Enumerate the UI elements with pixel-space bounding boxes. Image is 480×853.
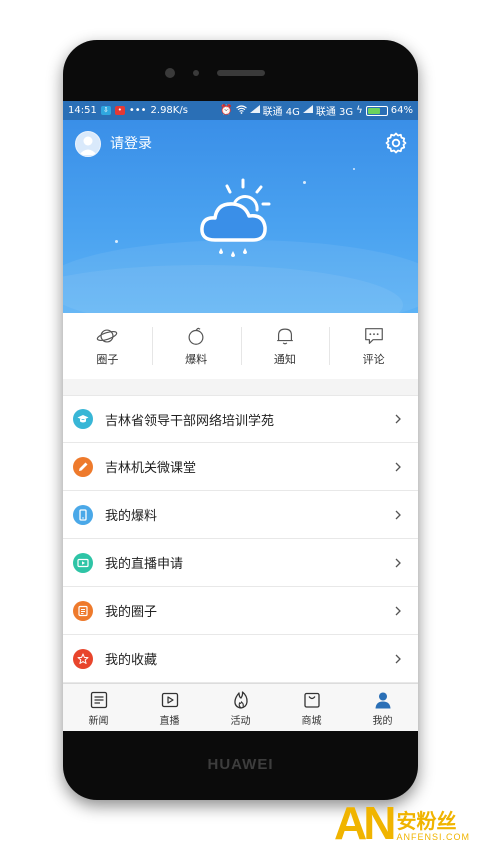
weather-cloud-sun-icon bbox=[193, 172, 283, 262]
video-icon bbox=[73, 552, 93, 573]
quick-action-label: 爆料 bbox=[185, 353, 208, 366]
charging-icon: ϟ bbox=[356, 105, 363, 116]
star-icon bbox=[73, 648, 93, 669]
sparkle bbox=[353, 168, 355, 170]
menu-item-label: 吉林省领导干部网络培训学苑 bbox=[105, 413, 275, 429]
signal-icon-2 bbox=[302, 105, 313, 116]
watermark-cn: 安粉丝 bbox=[396, 809, 457, 833]
menu-item-label: 吉林机关微课堂 bbox=[105, 461, 197, 476]
front-camera bbox=[165, 68, 175, 78]
status-time: 14:51 bbox=[68, 105, 97, 116]
profile-header: 请登录 bbox=[63, 120, 418, 313]
news-icon bbox=[90, 691, 107, 708]
quick-action-tipoff[interactable]: 爆料 bbox=[151, 313, 241, 379]
fire-icon bbox=[233, 690, 248, 709]
tab-label: 我的 bbox=[372, 715, 393, 727]
menu-item-label: 我的爆料 bbox=[105, 509, 158, 524]
person-icon bbox=[375, 692, 390, 708]
quick-action-label: 通知 bbox=[273, 353, 296, 366]
quick-action-label: 圈子 bbox=[96, 353, 119, 366]
avatar[interactable] bbox=[75, 131, 101, 157]
chevron-right-icon bbox=[395, 462, 401, 471]
earpiece-speaker bbox=[217, 70, 265, 76]
battery-percent: 64% bbox=[390, 105, 413, 116]
menu-item-micro-class[interactable]: 吉林机关微课堂 bbox=[63, 443, 418, 491]
quick-action-comments[interactable]: 评论 bbox=[329, 313, 418, 379]
note-icon bbox=[73, 600, 93, 621]
chevron-right-icon bbox=[395, 654, 401, 663]
app-screen: 14:51 ⇩ • ••• 2.98K/s ⏰ 联通 4G 联通 3G ϟ 64… bbox=[63, 101, 418, 731]
menu-item-my-live-applications[interactable]: 我的直播申请 bbox=[63, 539, 418, 587]
carrier-2: 联通 3G bbox=[315, 107, 354, 118]
bottom-tab-bar: 新闻 直播 活动 商城 我的 bbox=[63, 683, 418, 731]
quick-actions: 圈子 爆料 通知 评论 bbox=[63, 313, 418, 379]
tab-label: 直播 bbox=[159, 715, 180, 727]
graduation-cap-icon bbox=[73, 409, 93, 429]
login-button[interactable]: 请登录 bbox=[110, 133, 152, 153]
sparkle bbox=[115, 240, 118, 243]
tab-mine[interactable]: 我的 bbox=[347, 684, 418, 731]
chevron-right-icon bbox=[395, 414, 401, 424]
quick-action-circle[interactable]: 圈子 bbox=[63, 313, 152, 379]
status-bar: 14:51 ⇩ • ••• 2.98K/s ⏰ 联通 4G 联通 3G ϟ 64… bbox=[63, 101, 418, 120]
watermark-logo: AN bbox=[334, 797, 396, 849]
menu-list: 吉林省领导干部网络培训学苑 吉林机关微课堂 我的爆料 我的直播申请 我的圈子 我… bbox=[63, 395, 418, 683]
wifi-icon bbox=[235, 104, 247, 117]
battery-icon bbox=[365, 105, 388, 116]
sparkle bbox=[303, 181, 306, 184]
settings-gear-icon[interactable] bbox=[384, 131, 408, 155]
menu-item-label: 我的直播申请 bbox=[105, 557, 184, 572]
menu-item-my-circles[interactable]: 我的圈子 bbox=[63, 587, 418, 635]
menu-item-training-academy[interactable]: 吉林省领导干部网络培训学苑 bbox=[63, 395, 418, 443]
bomb-icon bbox=[188, 327, 204, 345]
device-brand: HUAWEI bbox=[207, 756, 274, 773]
tab-label: 活动 bbox=[230, 715, 251, 727]
alarm-icon: ⏰ bbox=[220, 105, 233, 116]
more-notifications-icon: ••• bbox=[128, 105, 147, 116]
pencil-icon bbox=[73, 456, 93, 477]
notification-news-icon: • bbox=[114, 106, 125, 115]
live-icon bbox=[161, 692, 178, 707]
tab-label: 商城 bbox=[301, 715, 322, 727]
tab-news[interactable]: 新闻 bbox=[63, 684, 134, 731]
planet-icon bbox=[97, 329, 118, 343]
notification-app-icon: ⇩ bbox=[100, 106, 111, 115]
tab-shop[interactable]: 商城 bbox=[276, 684, 347, 731]
comment-icon bbox=[364, 328, 383, 344]
signal-icon bbox=[249, 105, 260, 116]
carrier-1: 联通 4G bbox=[262, 107, 300, 118]
tab-label: 新闻 bbox=[88, 715, 109, 727]
shop-icon bbox=[303, 692, 320, 708]
quick-action-label: 评论 bbox=[362, 353, 385, 366]
bell-icon bbox=[277, 328, 293, 345]
menu-item-label: 我的收藏 bbox=[105, 653, 158, 668]
menu-item-label: 我的圈子 bbox=[105, 605, 158, 620]
site-watermark: AN 安粉丝 ANFENSI.COM bbox=[334, 800, 470, 846]
sensor bbox=[193, 70, 199, 76]
network-speed: 2.98K/s bbox=[150, 105, 188, 116]
tab-activities[interactable]: 活动 bbox=[205, 684, 276, 731]
chevron-right-icon bbox=[395, 606, 401, 615]
watermark-en: ANFENSI.COM bbox=[396, 832, 470, 842]
chevron-right-icon bbox=[395, 558, 401, 567]
tab-live[interactable]: 直播 bbox=[134, 684, 205, 731]
battery-fill bbox=[367, 107, 380, 114]
quick-action-notifications[interactable]: 通知 bbox=[240, 313, 330, 379]
menu-item-my-tipoffs[interactable]: 我的爆料 bbox=[63, 491, 418, 539]
chevron-right-icon bbox=[395, 510, 401, 519]
phone-icon bbox=[73, 504, 93, 525]
menu-item-my-favorites[interactable]: 我的收藏 bbox=[63, 635, 418, 683]
